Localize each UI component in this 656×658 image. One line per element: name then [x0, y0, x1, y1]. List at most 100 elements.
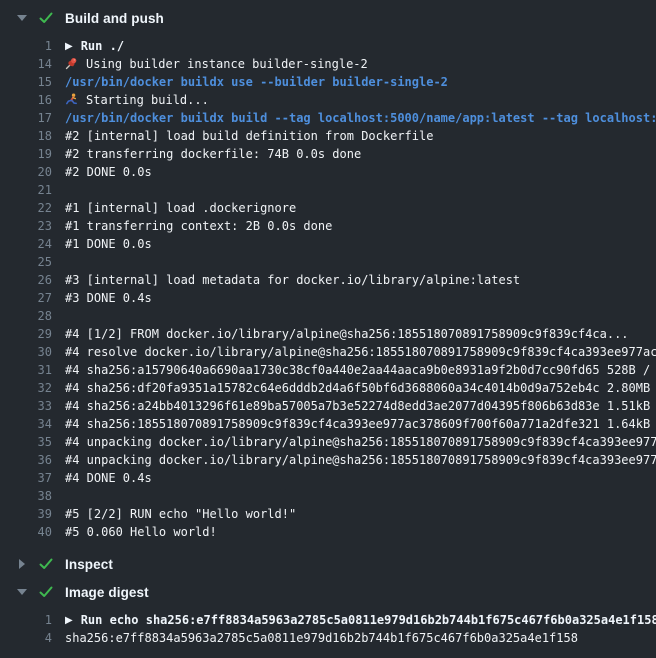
line-number[interactable]: 38 — [0, 487, 52, 505]
line-number[interactable]: 26 — [0, 271, 52, 289]
log-line[interactable]: 22 #1 [internal] load .dockerignore — [0, 199, 656, 217]
log-line[interactable]: 14 Using builder instance builder-single… — [0, 55, 656, 73]
log-line[interactable]: 1 ▶Run ./ — [0, 37, 656, 55]
log-line[interactable]: 4 sha256:e7ff8834a5963a2785c5a0811e979d1… — [0, 629, 656, 647]
section-header[interactable]: Build and push — [0, 4, 656, 32]
line-number[interactable]: 16 — [0, 91, 52, 109]
log-line[interactable]: 16 Starting build... — [0, 91, 656, 109]
log-text-content: sha256:e7ff8834a5963a2785c5a0811e979d16b… — [65, 631, 578, 645]
log-text-content: #1 DONE 0.0s — [65, 237, 152, 251]
log-line[interactable]: 21 — [0, 181, 656, 199]
line-number[interactable]: 31 — [0, 361, 52, 379]
line-number[interactable]: 28 — [0, 307, 52, 325]
log-line[interactable]: 30 #4 resolve docker.io/library/alpine@s… — [0, 343, 656, 361]
log-line[interactable]: 25 — [0, 253, 656, 271]
log-text-content: #4 unpacking docker.io/library/alpine@sh… — [65, 453, 656, 467]
log-text: Starting build... — [65, 91, 209, 109]
log-text: #4 sha256:a15790640a6690aa1730c38cf0a440… — [65, 361, 656, 379]
log-line[interactable]: 39 #5 [2/2] RUN echo "Hello world!" — [0, 505, 656, 523]
line-number[interactable]: 19 — [0, 145, 52, 163]
log-text: #2 DONE 0.0s — [65, 163, 152, 181]
line-number[interactable]: 25 — [0, 253, 52, 271]
line-number[interactable]: 36 — [0, 451, 52, 469]
log-line[interactable]: 17 /usr/bin/docker buildx build --tag lo… — [0, 109, 656, 127]
log-line[interactable]: 34 #4 sha256:185518070891758909c9f839cf4… — [0, 415, 656, 433]
log-text-content: Starting build... — [86, 93, 209, 107]
play-icon[interactable]: ▶ — [65, 38, 73, 55]
log-text-content: /usr/bin/docker buildx use --builder bui… — [65, 75, 448, 89]
log-text: /usr/bin/docker buildx build --tag local… — [65, 109, 656, 127]
log-text: #2 transferring dockerfile: 74B 0.0s don… — [65, 145, 361, 163]
log-text: #4 sha256:df20fa9351a15782c64e6dddb2d4a6… — [65, 379, 656, 397]
line-number[interactable]: 32 — [0, 379, 52, 397]
log-text: #3 [internal] load metadata for docker.i… — [65, 271, 520, 289]
log-text: #4 sha256:a24bb4013296f61e89ba57005a7b3e… — [65, 397, 656, 415]
log-text: #5 0.060 Hello world! — [65, 523, 217, 541]
log-text: ▶Run ./ — [65, 37, 124, 55]
line-number[interactable]: 14 — [0, 55, 52, 73]
log-line[interactable]: 20 #2 DONE 0.0s — [0, 163, 656, 181]
log-line[interactable]: 19 #2 transferring dockerfile: 74B 0.0s … — [0, 145, 656, 163]
line-number[interactable]: 23 — [0, 217, 52, 235]
log-line[interactable]: 32 #4 sha256:df20fa9351a15782c64e6dddb2d… — [0, 379, 656, 397]
log-text: #3 DONE 0.4s — [65, 289, 152, 307]
line-number[interactable]: 20 — [0, 163, 52, 181]
log-text-content: #4 sha256:a24bb4013296f61e89ba57005a7b3e… — [65, 399, 656, 413]
log-line[interactable]: 33 #4 sha256:a24bb4013296f61e89ba57005a7… — [0, 397, 656, 415]
runner-emoji-icon — [65, 93, 78, 106]
log-text-content: #1 [internal] load .dockerignore — [65, 201, 296, 215]
section-header[interactable]: Inspect — [0, 550, 656, 578]
line-number[interactable]: 30 — [0, 343, 52, 361]
line-number[interactable]: 1 — [0, 611, 52, 629]
log-line[interactable]: 35 #4 unpacking docker.io/library/alpine… — [0, 433, 656, 451]
line-number[interactable]: 34 — [0, 415, 52, 433]
log-text: #2 [internal] load build definition from… — [65, 127, 433, 145]
log-line[interactable]: 27 #3 DONE 0.4s — [0, 289, 656, 307]
log-line[interactable]: 29 #4 [1/2] FROM docker.io/library/alpin… — [0, 325, 656, 343]
line-number[interactable]: 15 — [0, 73, 52, 91]
section-header[interactable]: Image digest — [0, 578, 656, 606]
log-line[interactable]: 40 #5 0.060 Hello world! — [0, 523, 656, 541]
line-number[interactable]: 37 — [0, 469, 52, 487]
play-icon[interactable]: ▶ — [65, 612, 73, 629]
line-number[interactable]: 18 — [0, 127, 52, 145]
log-text: #1 DONE 0.0s — [65, 235, 152, 253]
log-line[interactable]: 31 #4 sha256:a15790640a6690aa1730c38cf0a… — [0, 361, 656, 379]
line-number[interactable]: 40 — [0, 523, 52, 541]
line-number[interactable]: 27 — [0, 289, 52, 307]
log-text: #4 DONE 0.4s — [65, 469, 152, 487]
line-number[interactable]: 21 — [0, 181, 52, 199]
caret-right-icon[interactable] — [19, 559, 25, 569]
log-text: ▶Run echo sha256:e7ff8834a5963a2785c5a08… — [65, 611, 656, 629]
log-text-content: #2 DONE 0.0s — [65, 165, 152, 179]
line-number[interactable]: 35 — [0, 433, 52, 451]
log-line[interactable]: 24 #1 DONE 0.0s — [0, 235, 656, 253]
pushpin-emoji-icon — [65, 57, 78, 70]
log-line[interactable]: 37 #4 DONE 0.4s — [0, 469, 656, 487]
caret-down-icon[interactable] — [17, 589, 27, 595]
log-line[interactable]: 1 ▶Run echo sha256:e7ff8834a5963a2785c5a… — [0, 611, 656, 629]
log-text: #1 transferring context: 2B 0.0s done — [65, 217, 332, 235]
line-number[interactable]: 29 — [0, 325, 52, 343]
log-line[interactable]: 15 /usr/bin/docker buildx use --builder … — [0, 73, 656, 91]
log-text-content: #5 [2/2] RUN echo "Hello world!" — [65, 507, 296, 521]
line-number[interactable]: 24 — [0, 235, 52, 253]
line-number[interactable]: 17 — [0, 109, 52, 127]
log-text-content: #4 unpacking docker.io/library/alpine@sh… — [65, 435, 656, 449]
line-number[interactable]: 1 — [0, 37, 52, 55]
line-number[interactable]: 22 — [0, 199, 52, 217]
line-number[interactable]: 39 — [0, 505, 52, 523]
log-text: #4 resolve docker.io/library/alpine@sha2… — [65, 343, 656, 361]
log-line[interactable]: 23 #1 transferring context: 2B 0.0s done — [0, 217, 656, 235]
log-text-content: #1 transferring context: 2B 0.0s done — [65, 219, 332, 233]
caret-down-icon[interactable] — [17, 15, 27, 21]
log-text: #1 [internal] load .dockerignore — [65, 199, 296, 217]
log-line[interactable]: 36 #4 unpacking docker.io/library/alpine… — [0, 451, 656, 469]
log-line[interactable]: 26 #3 [internal] load metadata for docke… — [0, 271, 656, 289]
log-text-content: #2 transferring dockerfile: 74B 0.0s don… — [65, 147, 361, 161]
log-line[interactable]: 18 #2 [internal] load build definition f… — [0, 127, 656, 145]
log-line[interactable]: 28 — [0, 307, 656, 325]
line-number[interactable]: 33 — [0, 397, 52, 415]
log-line[interactable]: 38 — [0, 487, 656, 505]
line-number[interactable]: 4 — [0, 629, 52, 647]
